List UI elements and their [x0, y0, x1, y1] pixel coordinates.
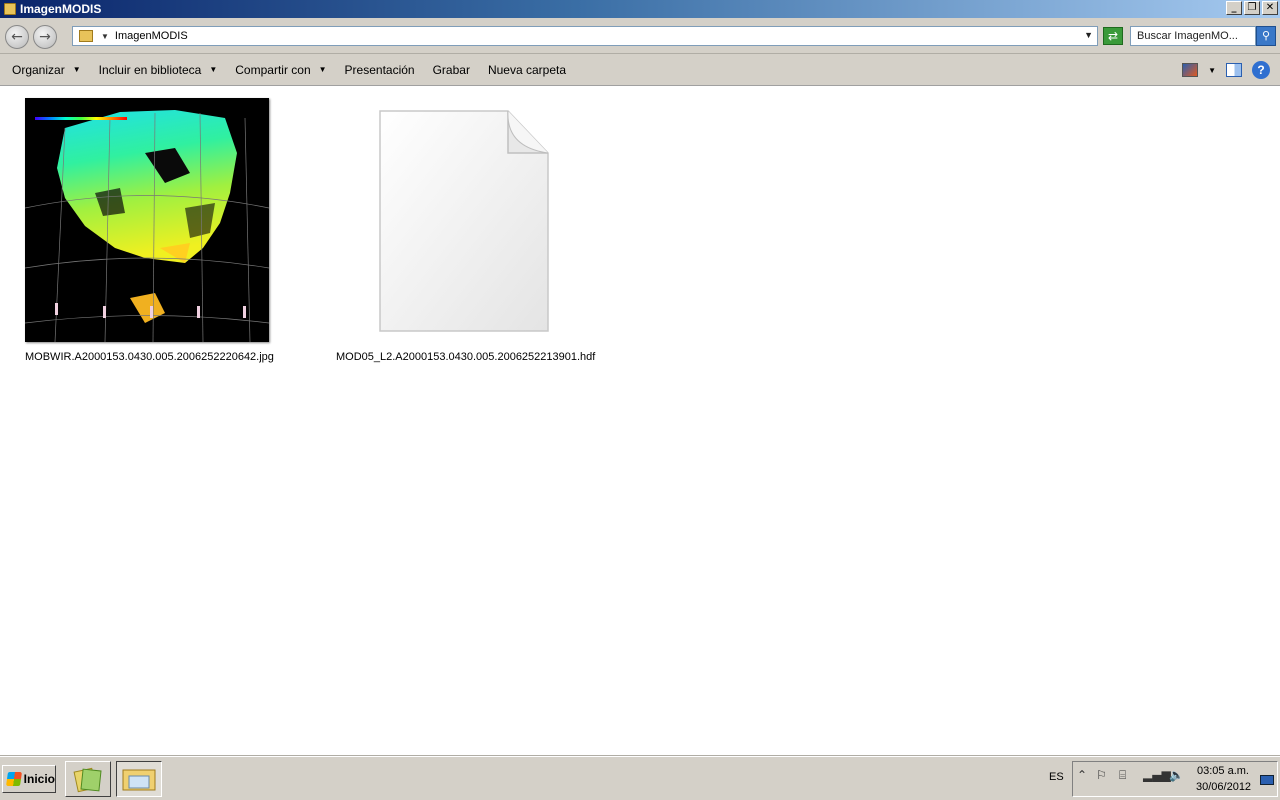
- include-library-label: Incluir en biblioteca: [98, 62, 202, 77]
- chevron-down-icon: ▼: [318, 65, 327, 74]
- power-plug-icon[interactable]: ⌸: [1119, 768, 1126, 783]
- maximize-button[interactable]: ❐: [1244, 1, 1260, 15]
- taskbar-app-explorer-pinned[interactable]: [65, 761, 111, 797]
- search-icon: ⚲: [1261, 29, 1271, 42]
- burn-button[interactable]: Grabar: [424, 63, 479, 77]
- folder-icon: [4, 3, 16, 15]
- address-field[interactable]: ▼ ImagenMODIS ▼: [72, 26, 1098, 46]
- minimize-button[interactable]: _: [1226, 1, 1242, 15]
- start-label: Inicio: [23, 772, 55, 786]
- close-button[interactable]: ✕: [1262, 1, 1278, 15]
- taskbar: Inicio ES ⌃ ⚐ ⌸ ▂▄▆ 🔈 03:05 a.m. 30/06/2…: [0, 756, 1280, 800]
- forward-button[interactable]: →: [33, 25, 57, 49]
- chevron-down-icon: ▼: [72, 65, 81, 74]
- refresh-icon: ⇄: [1107, 29, 1119, 43]
- new-folder-button[interactable]: Nueva carpeta: [479, 63, 575, 77]
- change-view-icon[interactable]: [1182, 63, 1199, 77]
- refresh-button[interactable]: ⇄: [1103, 27, 1123, 45]
- preview-pane-icon[interactable]: [1226, 63, 1242, 77]
- folder-window-icon: [122, 769, 156, 791]
- address-bar: ← → ▼ ImagenMODIS ▼ ⇄ Buscar ImagenMO...…: [0, 18, 1280, 54]
- command-bar: Organizar ▼ Incluir en biblioteca ▼ Comp…: [0, 54, 1280, 86]
- file-name-hdf[interactable]: MOD05_L2.A2000153.0430.005.2006252213901…: [336, 351, 595, 363]
- share-with-label: Compartir con: [235, 62, 311, 77]
- windows-logo-icon: [6, 772, 22, 786]
- folder-icon: [79, 30, 93, 42]
- file-name-jpg[interactable]: MOBWIR.A2000153.0430.005.2006252220642.j…: [25, 351, 274, 363]
- organize-label: Organizar: [12, 62, 65, 77]
- show-desktop-button[interactable]: [1260, 775, 1274, 785]
- share-with-menu[interactable]: Compartir con ▼: [226, 63, 335, 77]
- address-history-dropdown[interactable]: ▼: [1084, 30, 1093, 40]
- title-bar: ImagenMODIS _ ❐ ✕: [0, 0, 1280, 18]
- forward-arrow-icon: →: [39, 29, 51, 45]
- breadcrumb-folder[interactable]: ImagenMODIS: [115, 30, 188, 42]
- chevron-down-icon: ▼: [209, 65, 218, 74]
- window-title: ImagenMODIS: [20, 2, 102, 16]
- back-arrow-icon: ←: [11, 29, 23, 45]
- view-options-dropdown[interactable]: ▼: [1208, 66, 1216, 75]
- libraries-icon: [73, 767, 102, 793]
- start-button[interactable]: Inicio: [2, 765, 56, 793]
- clock-time[interactable]: 03:05 a.m.: [1197, 765, 1249, 777]
- include-library-menu[interactable]: Incluir en biblioteca ▼: [90, 63, 227, 77]
- clock-date[interactable]: 30/06/2012: [1196, 781, 1251, 793]
- slideshow-button[interactable]: Presentación: [336, 63, 424, 77]
- volume-icon[interactable]: 🔈: [1169, 768, 1184, 782]
- color-scale-bar: [35, 117, 127, 120]
- show-hidden-icons-icon[interactable]: ⌃: [1077, 768, 1087, 782]
- back-button[interactable]: ←: [5, 25, 29, 49]
- action-center-flag-icon[interactable]: ⚐: [1096, 768, 1107, 782]
- breadcrumb-arrow-icon[interactable]: ▼: [101, 32, 109, 41]
- language-indicator[interactable]: ES: [1049, 771, 1064, 783]
- file-list: MOBWIR.A2000153.0430.005.2006252220642.j…: [0, 87, 1280, 755]
- window-controls: _ ❐ ✕: [1226, 1, 1278, 15]
- toolbar-right: ▼ ?: [1182, 61, 1270, 79]
- network-signal-icon[interactable]: ▂▄▆: [1143, 768, 1171, 782]
- search-button[interactable]: ⚲: [1256, 26, 1276, 46]
- taskbar-app-folder-window[interactable]: [116, 761, 162, 797]
- map-thumbnail-image: [25, 98, 269, 342]
- search-input[interactable]: Buscar ImagenMO...: [1130, 26, 1256, 46]
- blank-document-icon[interactable]: [378, 109, 550, 333]
- help-icon[interactable]: ?: [1252, 61, 1270, 79]
- file-thumbnail-jpg[interactable]: [25, 98, 269, 342]
- organize-menu[interactable]: Organizar ▼: [0, 63, 90, 77]
